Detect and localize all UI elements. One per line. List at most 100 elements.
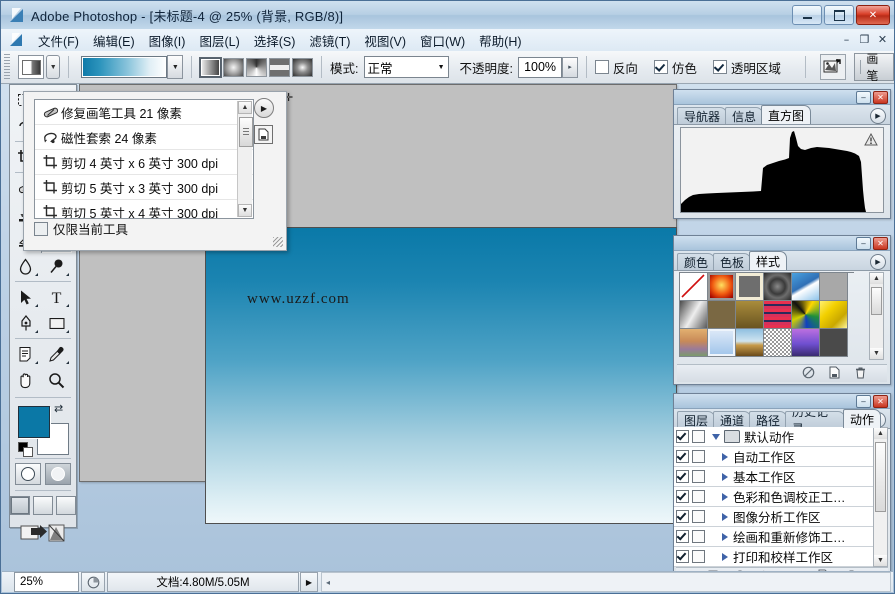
dither-checkbox[interactable] [653, 60, 668, 74]
action-dialog-checkbox[interactable] [692, 450, 705, 463]
dither-checkbox-wrap[interactable]: 仿色 [653, 58, 697, 77]
dodge-tool[interactable] [41, 253, 72, 279]
menu-view[interactable]: 视图(V) [357, 29, 413, 52]
chevron-right-icon[interactable] [722, 472, 728, 481]
tab-layers[interactable]: 图层 [677, 411, 716, 428]
tab-navigator[interactable]: 导航器 [677, 107, 728, 124]
menu-help[interactable]: 帮助(H) [472, 29, 528, 52]
action-dialog-checkbox[interactable] [692, 550, 705, 563]
diamond-gradient-button[interactable] [292, 57, 314, 77]
styles-scrollbar[interactable]: ▲ ▼ [869, 272, 884, 360]
panel-flyout-menu-icon[interactable]: ▶ [254, 98, 274, 118]
eyedropper-tool[interactable] [41, 341, 72, 367]
menu-image[interactable]: 图像(I) [142, 29, 193, 52]
current-tool-only-checkbox[interactable] [34, 221, 48, 236]
action-toggle-checkbox[interactable] [676, 430, 689, 443]
list-item[interactable]: 剪切 4 英寸 x 6 英寸 300 dpi [35, 150, 253, 175]
type-tool[interactable]: T [41, 284, 72, 310]
style-swatch[interactable] [820, 329, 848, 357]
resize-grip[interactable] [273, 237, 283, 247]
mask-mode-icon[interactable] [819, 54, 846, 80]
tab-color[interactable]: 颜色 [677, 253, 716, 270]
chevron-right-icon[interactable] [722, 512, 728, 521]
action-toggle-checkbox[interactable] [676, 550, 689, 563]
menu-filter[interactable]: 滤镜(T) [302, 29, 357, 52]
actions-panel-titlebar[interactable]: – ✕ [674, 394, 890, 409]
minimize-button[interactable] [792, 5, 822, 25]
clear-style-button[interactable] [802, 366, 815, 382]
histogram-panel-titlebar[interactable]: – ✕ [674, 90, 890, 105]
path-selection-tool[interactable] [10, 284, 41, 310]
blur-tool[interactable] [10, 253, 41, 279]
current-tool-only-row[interactable]: 仅限当前工具 [34, 219, 128, 238]
maximize-button[interactable] [824, 5, 854, 25]
reverse-checkbox-wrap[interactable]: 反向 [594, 58, 638, 77]
transparency-checkbox[interactable] [712, 60, 727, 74]
table-row[interactable]: 绘画和重新修饰工… [674, 527, 874, 547]
table-row[interactable]: 自动工作区 [674, 447, 874, 467]
close-button[interactable]: ✕ [856, 5, 890, 25]
action-toggle-checkbox[interactable] [676, 530, 689, 543]
preset-list-scrollbar[interactable]: ▲ ▼ [237, 101, 253, 217]
scroll-down-arrow-icon[interactable]: ▼ [874, 555, 887, 566]
full-screen-with-menubar-button[interactable] [33, 496, 53, 515]
chevron-right-icon[interactable] [722, 552, 728, 561]
table-row[interactable]: 图像分析工作区 [674, 507, 874, 527]
menu-edit[interactable]: 编辑(E) [86, 29, 142, 52]
panel-close-button[interactable]: ✕ [873, 394, 888, 408]
jump-to-imageready[interactable] [10, 521, 76, 545]
full-screen-mode-button[interactable] [56, 496, 76, 515]
tab-history[interactable]: 历史记录 [785, 411, 846, 428]
shape-tool[interactable] [41, 310, 72, 336]
panel-flyout-menu-icon[interactable]: ▶ [870, 254, 886, 270]
action-toggle-checkbox[interactable] [676, 470, 689, 483]
style-swatch[interactable] [708, 273, 736, 301]
chevron-right-icon[interactable] [722, 492, 728, 501]
style-swatch[interactable] [764, 329, 792, 357]
options-bar-grip[interactable] [4, 54, 11, 80]
panel-minimize-button[interactable]: – [856, 90, 871, 104]
tab-actions[interactable]: 动作 [843, 409, 882, 428]
list-item[interactable]: 修复画笔工具 21 像素 [35, 100, 253, 125]
panel-close-button[interactable]: ✕ [873, 236, 888, 250]
mdi-close-button[interactable]: ✕ [874, 31, 891, 47]
standard-screen-mode-button[interactable] [10, 496, 30, 515]
scroll-up-arrow-icon[interactable]: ▲ [238, 101, 252, 114]
tool-preset-list[interactable]: 修复画笔工具 21 像素 磁性套索 24 像素 剪切 4 英寸 x 6 英寸 3… [34, 99, 254, 219]
canvas-image[interactable] [205, 227, 677, 524]
action-dialog-checkbox[interactable] [692, 470, 705, 483]
list-item[interactable]: 磁性套索 24 像素 [35, 125, 253, 150]
scroll-down-arrow-icon[interactable]: ▼ [238, 204, 252, 217]
standard-mode-button[interactable] [15, 463, 41, 485]
zoom-level-input[interactable]: 25% [14, 572, 79, 592]
style-swatch[interactable] [680, 329, 708, 357]
panel-flyout-menu-icon[interactable]: ▶ [870, 108, 886, 124]
style-swatch[interactable] [708, 301, 736, 329]
actions-scrollbar[interactable]: ▲ ▼ [873, 427, 888, 567]
angle-gradient-button[interactable] [246, 57, 268, 77]
tab-channels[interactable]: 通道 [713, 411, 752, 428]
palette-well-brush-tab[interactable]: 画笔 [853, 52, 895, 83]
style-swatch[interactable] [680, 301, 708, 329]
scroll-down-arrow-icon[interactable]: ▼ [870, 348, 883, 359]
chevron-down-icon[interactable] [712, 433, 720, 440]
action-toggle-checkbox[interactable] [676, 490, 689, 503]
menu-select[interactable]: 选择(S) [247, 29, 303, 52]
pen-tool[interactable] [10, 310, 41, 336]
style-swatch[interactable] [764, 301, 792, 329]
panel-minimize-button[interactable]: – [856, 236, 871, 250]
gradient-picker-arrow[interactable]: ▼ [167, 55, 184, 79]
current-tool-preset-icon[interactable] [18, 55, 45, 79]
style-swatch[interactable] [736, 301, 764, 329]
style-swatch[interactable] [820, 301, 848, 329]
style-swatch[interactable] [736, 329, 764, 357]
opacity-input[interactable]: 100% [517, 56, 563, 78]
panel-close-button[interactable]: ✕ [873, 90, 888, 104]
scrollbar-thumb[interactable] [875, 442, 886, 512]
action-toggle-checkbox[interactable] [676, 510, 689, 523]
chevron-right-icon[interactable] [722, 532, 728, 541]
mdi-minimize-button[interactable]: – [838, 31, 855, 47]
hand-tool[interactable] [10, 367, 41, 393]
list-item[interactable]: 剪切 5 英寸 x 4 英寸 300 dpi [35, 200, 253, 218]
reverse-checkbox[interactable] [594, 60, 609, 74]
